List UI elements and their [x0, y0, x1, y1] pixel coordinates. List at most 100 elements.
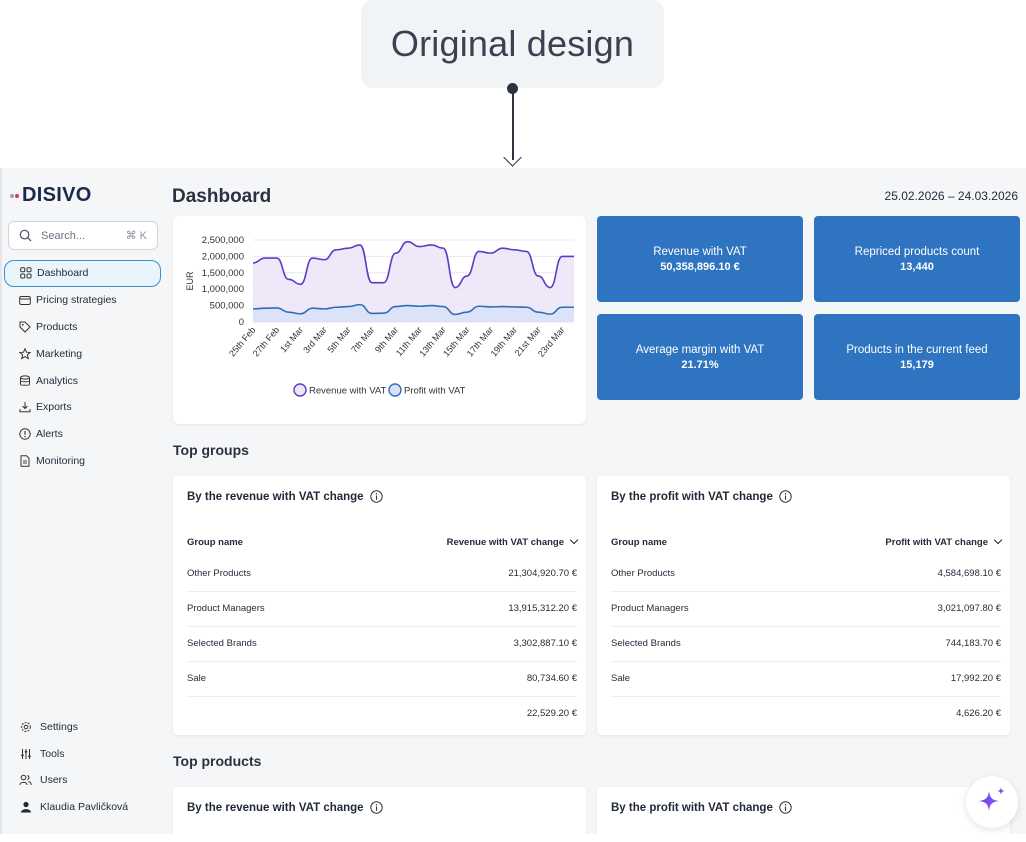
kpi-repriced-products-count[interactable]: Repriced products count 13,440 [814, 216, 1020, 302]
sidebar-item-tools[interactable]: Tools [2, 741, 164, 768]
table-card-revenue-change: By the revenue with VAT change Group nam… [173, 476, 586, 735]
sidebar-item-settings[interactable]: Settings [2, 714, 164, 741]
banner-label: Original design [390, 23, 635, 64]
page-title: Dashboard [172, 186, 272, 207]
grid-icon [19, 267, 32, 280]
kpi-label: Repriced products count [854, 245, 980, 258]
table-row[interactable]: 4,626.20 € [611, 695, 1001, 731]
wallet-icon [18, 294, 31, 307]
sidebar-item-label: Exports [36, 401, 72, 414]
table-card-title: By the revenue with VAT change [187, 490, 383, 503]
info-icon[interactable] [369, 801, 383, 814]
column-header-revenue-change[interactable]: Revenue with VAT change [333, 528, 579, 556]
sidebar-item-products[interactable]: Products [2, 314, 164, 341]
search-icon [19, 229, 32, 242]
sidebar-item-exports[interactable]: Exports [2, 394, 164, 421]
table-row[interactable]: 22,529.20 € [187, 695, 577, 731]
sidebar-item-label: Klaudia Pavličková [40, 800, 129, 813]
value-cell: 80,734.60 € [332, 660, 577, 696]
table-card-title: By the profit with VAT change [611, 490, 792, 503]
app-window: DISIVO Search... ⌘ K Dashboard Pricing s… [0, 168, 1026, 834]
table-row[interactable]: Selected Brands 3,302,887.10 € [187, 625, 577, 661]
sidebar-item-label: Alerts [36, 428, 63, 441]
kpi-value: 21.71% [681, 358, 719, 371]
sidebar-item-user-profile[interactable]: Klaudia Pavličková [2, 794, 164, 821]
kpi-label: Average margin with VAT [635, 343, 765, 356]
sidebar-item-pricing-strategies[interactable]: Pricing strategies [2, 287, 164, 314]
table-row[interactable]: Selected Brands 744,183.70 € [611, 625, 1001, 661]
section-title-top-groups: Top groups [173, 442, 249, 458]
column-header-group-name[interactable]: Group name [187, 528, 333, 556]
info-icon[interactable] [369, 490, 383, 503]
table-row[interactable]: Product Managers 13,915,312.20 € [187, 590, 577, 626]
table-row[interactable]: Other Products 4,584,698.10 € [611, 556, 1001, 591]
sidebar-item-alerts[interactable]: Alerts [2, 421, 164, 448]
y-tick-label: 1,500,000 [202, 268, 244, 279]
table-title-text: By the profit with VAT change [611, 490, 773, 503]
info-icon[interactable] [779, 801, 792, 814]
table-row[interactable]: Product Managers 3,021,097.80 € [611, 590, 1001, 626]
table-row[interactable]: Other Products 21,304,920.70 € [187, 556, 577, 591]
value-cell: 13,915,312.20 € [332, 590, 577, 626]
ai-assistant-button[interactable] [966, 776, 1018, 828]
legend-label-revenue: Revenue with VAT [309, 386, 386, 397]
table-title-text: By the profit with VAT change [611, 801, 773, 814]
revenue-profit-chart: 2,500,000 2,000,000 1,500,000 1,000,000 500,… [185, 235, 574, 397]
table-row[interactable]: Sale 80,734.60 € [187, 660, 577, 696]
logo[interactable]: DISIVO [10, 184, 92, 207]
products-card-revenue-change: By the revenue with VAT change [173, 787, 586, 834]
sparkle-icon [979, 787, 1005, 811]
date-range-picker[interactable]: 25.02.2026 – 24.03.2026 [885, 189, 1018, 203]
kpi-revenue-with-vat[interactable]: Revenue with VAT 50,358,896.10 € [597, 216, 803, 302]
kpi-value: 15,179 [900, 358, 934, 371]
user-icon [19, 800, 32, 813]
column-header-label: Profit with VAT change [885, 536, 988, 548]
users-icon [19, 774, 32, 787]
info-icon[interactable] [779, 490, 792, 503]
column-header-label: Revenue with VAT change [446, 536, 564, 548]
star-icon [18, 347, 31, 360]
section-title-top-products: Top products [173, 753, 262, 769]
table-title-text: By the revenue with VAT change [187, 801, 364, 814]
logo-text: DISIVO [22, 184, 92, 206]
sidebar-item-label: Products [36, 320, 78, 333]
sidebar-item-dashboard[interactable]: Dashboard [4, 260, 161, 287]
sidebar-item-monitoring[interactable]: Monitoring [2, 448, 164, 475]
column-header-label: Group name [187, 536, 243, 548]
value-cell: 4,626.20 € [767, 695, 1001, 731]
legend-swatch-profit [388, 383, 402, 397]
group-name-cell: Product Managers [187, 590, 333, 626]
sidebar-item-label: Analytics [36, 374, 79, 387]
y-axis-label: EUR [185, 271, 195, 291]
sidebar-item-marketing[interactable]: Marketing [2, 340, 164, 367]
table-title-text: By the revenue with VAT change [187, 490, 364, 503]
kpi-average-margin[interactable]: Average margin with VAT 21.71% [597, 314, 803, 400]
sliders-icon [19, 747, 32, 760]
search-input[interactable]: Search... ⌘ K [8, 221, 158, 250]
chevron-down-icon [993, 535, 1003, 544]
y-tick-label: 500,000 [210, 301, 244, 312]
table-card-profit-change: By the profit with VAT change Group name… [597, 476, 1010, 735]
group-name-cell: Sale [611, 660, 768, 696]
sidebar-item-label: Settings [40, 721, 78, 734]
group-name-cell: Product Managers [611, 590, 768, 626]
kpi-label: Products in the current feed [846, 343, 988, 356]
value-cell: 22,529.20 € [332, 695, 577, 731]
y-tick-label: 2,500,000 [202, 235, 244, 246]
sidebar-item-users[interactable]: Users [2, 767, 164, 794]
sidebar-item-label: Dashboard [37, 267, 89, 280]
kpi-value: 13,440 [900, 260, 934, 273]
x-tick-label: 5th Mar [325, 325, 352, 355]
gear-icon [19, 721, 32, 734]
table-row[interactable]: Sale 17,992.20 € [611, 660, 1001, 696]
column-header-group-name[interactable]: Group name [611, 528, 768, 556]
design-banner: Original design [361, 0, 664, 88]
document-icon [18, 454, 31, 467]
kpi-products-in-feed[interactable]: Products in the current feed 15,179 [814, 314, 1020, 400]
sidebar-item-analytics[interactable]: Analytics [2, 367, 164, 394]
database-icon [18, 374, 31, 387]
arrow-head [503, 148, 522, 167]
column-header-profit-change[interactable]: Profit with VAT change [768, 528, 1003, 556]
group-name-cell: Selected Brands [187, 625, 333, 661]
sidebar: DISIVO Search... ⌘ K Dashboard Pricing s… [2, 168, 164, 834]
